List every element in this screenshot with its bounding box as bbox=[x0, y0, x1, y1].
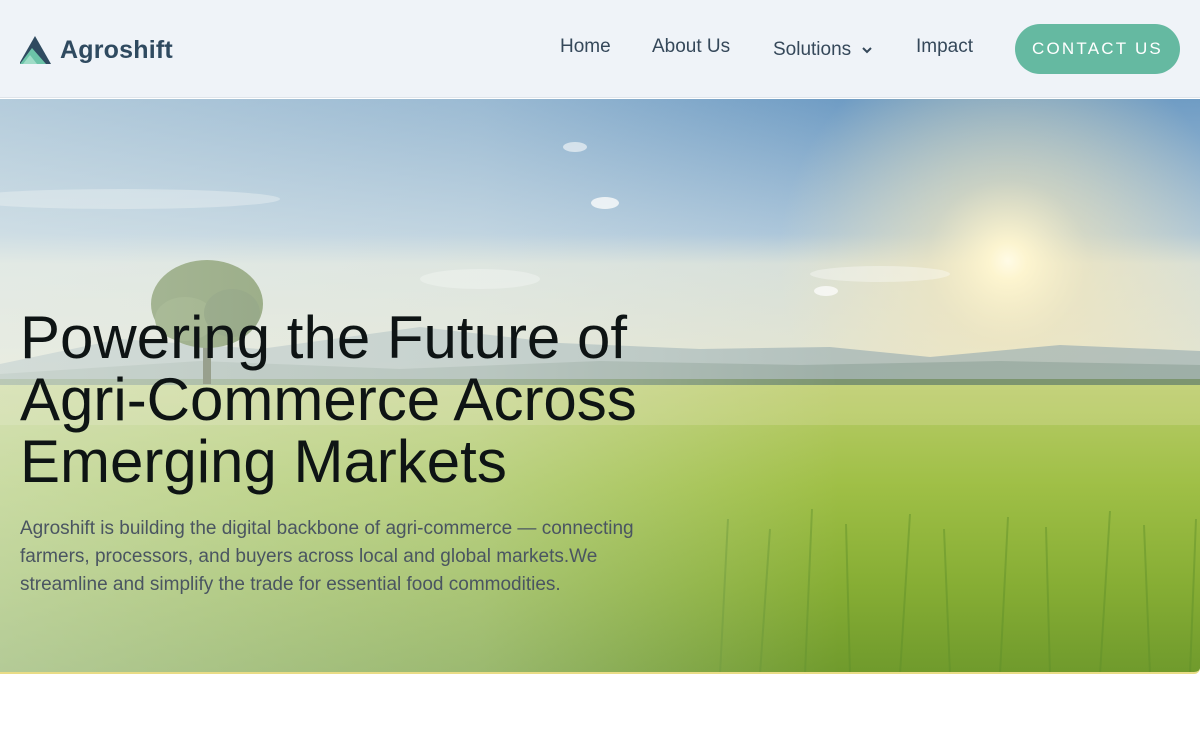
site-header: Agroshift Home About Us Solutions Impact… bbox=[0, 0, 1200, 98]
chevron-down-icon bbox=[862, 47, 872, 54]
hero-description: Agroshift is building the digital backbo… bbox=[20, 518, 634, 595]
nav-about-link[interactable]: About Us bbox=[652, 36, 730, 64]
nav-impact-link[interactable]: Impact bbox=[916, 36, 973, 64]
brand-logo[interactable]: Agroshift bbox=[20, 34, 173, 66]
brand-name: Agroshift bbox=[60, 35, 173, 64]
nav-solutions-label: Solutions bbox=[773, 39, 852, 60]
hero-headline: Powering the Future of Agri-Commerce Acr… bbox=[20, 304, 637, 495]
hero-section: Powering the Future of Agri-Commerce Acr… bbox=[0, 99, 1200, 674]
nav-solutions-dropdown[interactable]: Solutions bbox=[773, 36, 873, 64]
contact-us-button[interactable]: CONTACT US bbox=[1015, 24, 1180, 74]
agroshift-logo-icon bbox=[20, 36, 51, 64]
nav-home-link[interactable]: Home bbox=[560, 36, 611, 64]
